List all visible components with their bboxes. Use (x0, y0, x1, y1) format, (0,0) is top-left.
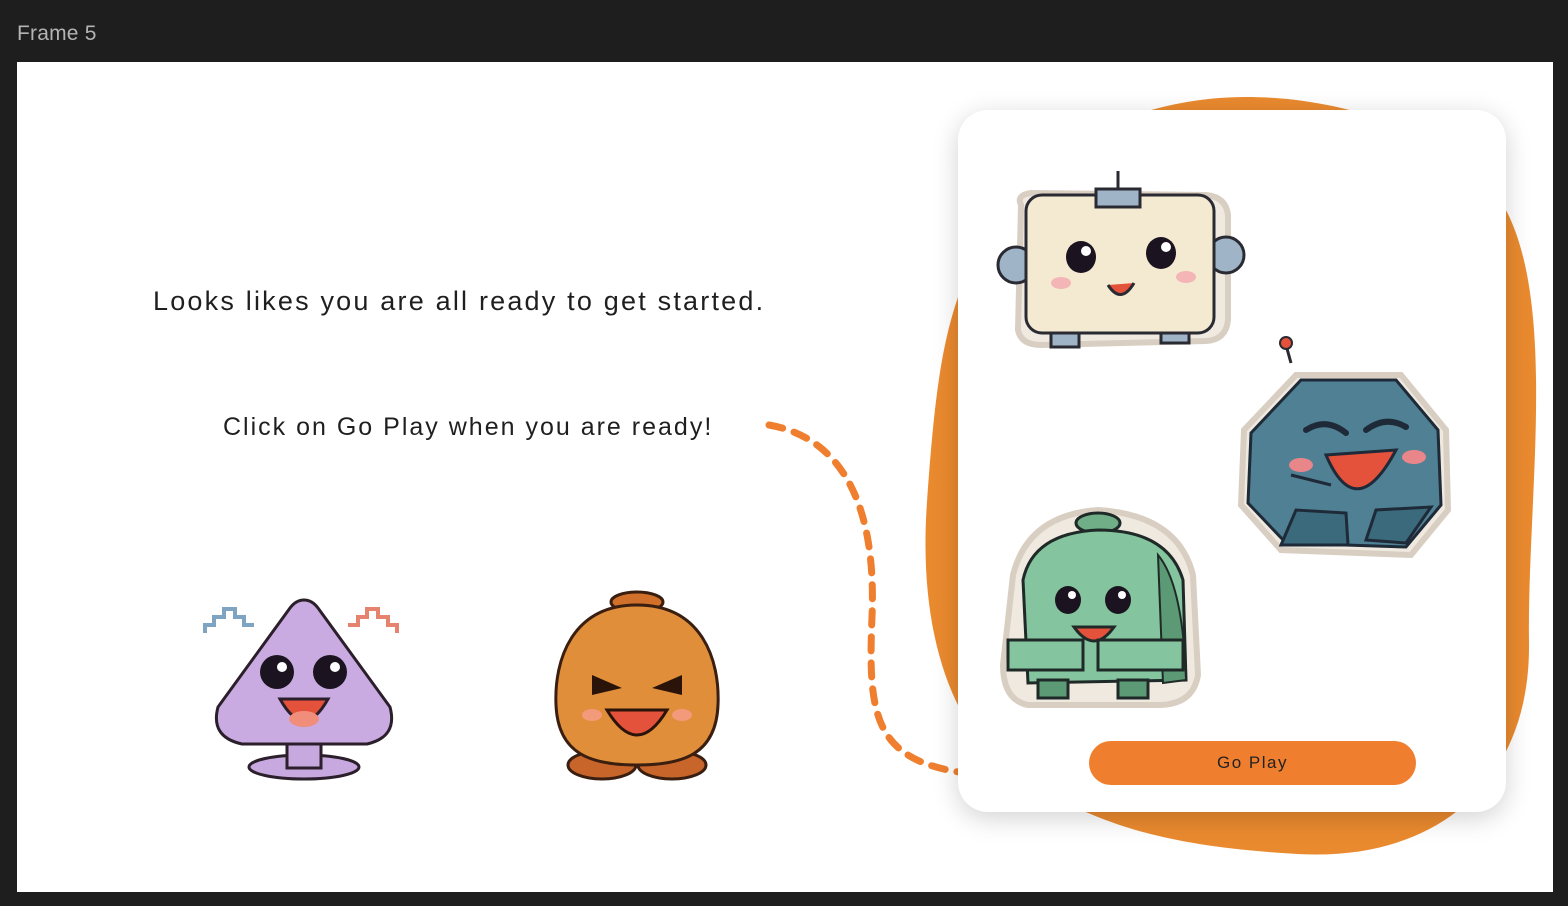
blue-robot-icon (1237, 336, 1452, 559)
green-robot-icon (999, 506, 1202, 708)
instruction-text: Click on Go Play when you are ready! (223, 413, 714, 441)
cream-robot-icon (996, 171, 1246, 349)
go-play-button[interactable]: Go Play (1089, 741, 1416, 785)
headline-text: Looks likes you are all ready to get sta… (153, 286, 766, 316)
frame-title[interactable]: Frame 5 (17, 22, 97, 46)
frame-canvas: Looks likes you are all ready to get sta… (17, 62, 1553, 892)
orange-blob-monster-icon (554, 590, 720, 781)
character-card: Go Play (958, 110, 1506, 812)
purple-triangle-monster-icon (203, 598, 399, 781)
